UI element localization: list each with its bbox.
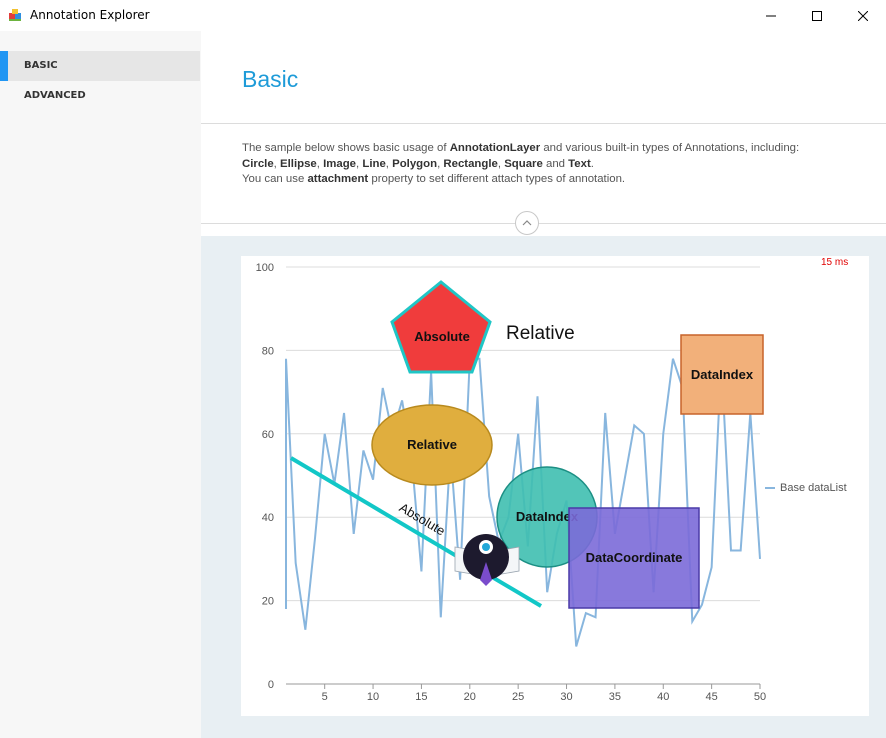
sidebar-item-label: ADVANCED: [24, 90, 86, 101]
type-name: Image: [323, 157, 357, 170]
type-name: Rectangle: [443, 157, 498, 170]
maximize-icon: [812, 10, 822, 21]
sidebar-item-advanced[interactable]: ADVANCED: [0, 81, 200, 111]
active-indicator: [0, 51, 8, 81]
divider: [201, 223, 886, 224]
description-keyword: AnnotationLayer: [449, 142, 541, 154]
maximize-button[interactable]: [794, 0, 840, 31]
sidebar-item-basic[interactable]: BASIC: [0, 51, 200, 81]
sidebar: BASIC ADVANCED: [0, 31, 201, 738]
window-title: Annotation Explorer: [30, 8, 150, 22]
description-text: The sample below shows basic usage of: [242, 142, 450, 154]
description-text: You can use: [242, 173, 308, 185]
type-name: Polygon: [392, 157, 438, 170]
minimize-button[interactable]: [748, 0, 794, 31]
type-name: Line: [362, 157, 386, 170]
type-name: Square: [504, 157, 543, 170]
collapse-button[interactable]: [515, 211, 539, 235]
minimize-icon: [766, 15, 776, 16]
description: The sample below shows basic usage of An…: [242, 142, 800, 185]
chevron-up-icon: [522, 220, 532, 226]
type-name: Ellipse: [280, 157, 317, 170]
sidebar-item-label: BASIC: [24, 60, 58, 71]
chart-container: [241, 256, 869, 716]
description-text: property to set different attach types o…: [368, 173, 626, 185]
close-button[interactable]: [840, 0, 886, 31]
type-name: Text: [568, 157, 591, 170]
close-icon: [858, 10, 868, 21]
description-text: and various built-in types of Annotation…: [540, 142, 800, 154]
divider: [201, 123, 886, 124]
type-name: Circle: [242, 157, 274, 170]
title-bar: Annotation Explorer: [0, 0, 886, 31]
app-icon: [9, 9, 21, 21]
description-keyword: attachment: [307, 173, 369, 185]
render-time: 15 ms: [821, 257, 849, 268]
page-title: Basic: [242, 66, 299, 92]
